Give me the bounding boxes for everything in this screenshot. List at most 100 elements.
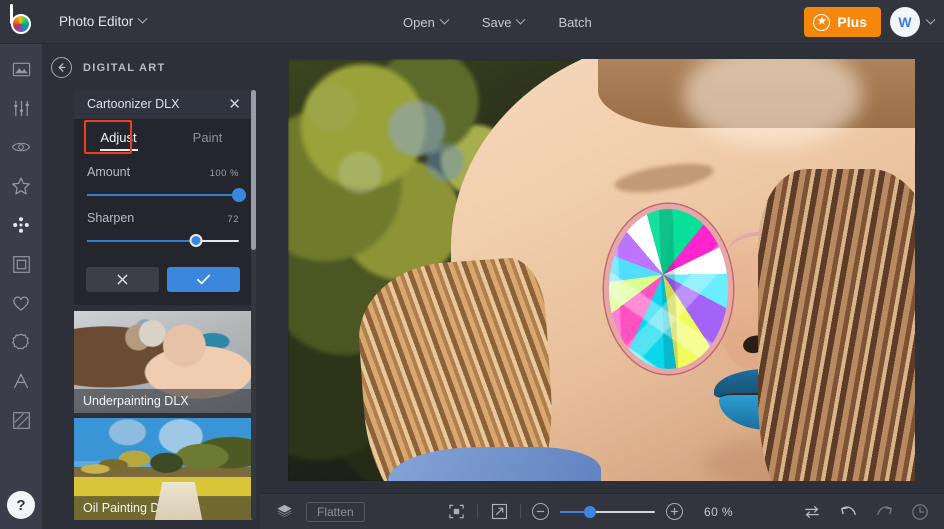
batch-label: Batch — [558, 15, 591, 30]
effect-name: Cartoonizer DLX — [87, 97, 179, 111]
chevron-down-icon — [516, 14, 526, 24]
divider — [520, 504, 521, 519]
sidebar-item-text[interactable] — [7, 368, 35, 394]
expand-icon[interactable] — [489, 502, 509, 522]
layers-icon[interactable] — [274, 502, 294, 522]
avatar-initial: W — [898, 14, 911, 30]
batch-button[interactable]: Batch — [547, 8, 602, 36]
sidebar-item-image[interactable] — [7, 56, 35, 82]
panel-header: DIGITAL ART — [42, 44, 260, 89]
panel-scrollbar-thumb[interactable] — [251, 90, 256, 250]
amount-label: Amount — [87, 165, 130, 179]
zoom-slider[interactable] — [560, 505, 655, 519]
check-icon — [196, 273, 211, 286]
text-a-icon — [11, 371, 31, 391]
history-controls — [802, 502, 930, 522]
effect-actions — [74, 259, 252, 305]
top-bar: Photo Editor Open Save Batch ★ Plus W — [0, 0, 944, 44]
amount-slider-row: Amount 100 % — [87, 165, 239, 179]
list-item[interactable]: Oil Painting DLX — [74, 418, 252, 520]
amount-fill — [87, 194, 239, 196]
frame-icon — [12, 255, 31, 274]
app-name-label: Photo Editor — [59, 14, 133, 29]
bokeh-highlight — [338, 152, 382, 194]
left-lens — [604, 204, 733, 374]
thumbnail-label: Oil Painting DLX — [74, 496, 252, 520]
sidebar-item-graphics[interactable] — [7, 329, 35, 355]
photo-canvas[interactable] — [288, 59, 915, 481]
tool-rail: ? — [0, 44, 42, 529]
effect-header: Cartoonizer DLX ✕ — [74, 89, 252, 119]
close-icon — [116, 273, 129, 286]
effect-thumbnail-list: Underpainting DLX Oil Painting DLX — [74, 311, 252, 520]
divider — [477, 504, 478, 519]
sharpen-slider-row: Sharpen 72 — [87, 211, 239, 225]
effect-card: Cartoonizer DLX ✕ Adjust Paint Amount 10… — [74, 89, 252, 305]
zoom-percent-label: 60 % — [704, 505, 733, 519]
app-logo[interactable] — [0, 0, 44, 44]
sidebar-item-effects[interactable] — [7, 173, 35, 199]
amount-knob[interactable] — [232, 188, 246, 202]
close-icon[interactable]: ✕ — [228, 97, 241, 112]
zoom-out-button[interactable] — [532, 503, 549, 520]
fit-to-screen-icon[interactable] — [446, 502, 466, 522]
sharpen-slider[interactable] — [87, 234, 239, 248]
tab-paint[interactable]: Paint — [163, 119, 252, 155]
chevron-down-icon[interactable] — [926, 14, 936, 24]
page-title: DIGITAL ART — [83, 62, 166, 74]
flatten-label: Flatten — [317, 505, 354, 519]
account-group: ★ Plus W — [804, 7, 934, 37]
redo-icon[interactable] — [874, 502, 894, 522]
sharpen-value: 72 — [227, 214, 239, 225]
plus-upgrade-button[interactable]: ★ Plus — [804, 7, 881, 37]
app-name-menu[interactable]: Photo Editor — [48, 8, 157, 36]
sidebar-item-artsy[interactable] — [7, 212, 35, 238]
open-menu-label: Open — [403, 15, 435, 30]
list-item[interactable]: Underpainting DLX — [74, 311, 252, 413]
star-icon — [11, 176, 31, 196]
thumbnail-label: Underpainting DLX — [74, 389, 252, 413]
befunky-logo-icon — [9, 9, 35, 35]
help-button[interactable]: ? — [7, 491, 35, 519]
edited-photo — [288, 59, 915, 481]
amount-value: 100 % — [210, 168, 239, 179]
zoom-slider-knob[interactable] — [584, 506, 596, 518]
tab-adjust-label: Adjust — [100, 130, 136, 145]
sidebar-item-overlays[interactable] — [7, 290, 35, 316]
sliders-group: Amount 100 % Sharpen 72 — [74, 155, 252, 259]
hair-right — [758, 169, 915, 481]
sidebar-item-touch-up[interactable] — [7, 134, 35, 160]
compare-arrows-icon[interactable] — [802, 502, 822, 522]
plus-label: Plus — [837, 14, 867, 30]
sidebar-item-frames[interactable] — [7, 251, 35, 277]
save-menu-button[interactable]: Save — [471, 8, 536, 36]
chevron-down-icon — [138, 14, 148, 24]
effects-panel: DIGITAL ART Cartoonizer DLX ✕ Adjust Pai… — [42, 44, 260, 529]
help-label: ? — [16, 497, 25, 514]
open-menu-button[interactable]: Open — [392, 8, 459, 36]
undo-icon[interactable] — [838, 502, 858, 522]
tab-paint-label: Paint — [193, 130, 223, 145]
photo-editor-window: Photo Editor Open Save Batch ★ Plus W — [0, 0, 944, 529]
arrow-left-circle-icon[interactable] — [51, 57, 72, 78]
dots-cluster-icon — [11, 215, 31, 235]
layers-group: Flatten — [274, 502, 365, 522]
flatten-button[interactable]: Flatten — [306, 502, 365, 522]
top-menu-group: Open Save Batch — [392, 8, 603, 36]
zoom-controls: 60 % — [446, 502, 733, 522]
apply-button[interactable] — [167, 267, 240, 292]
cancel-button[interactable] — [86, 267, 159, 292]
tab-adjust[interactable]: Adjust — [74, 119, 163, 155]
avatar[interactable]: W — [890, 7, 920, 37]
sidebar-item-textures[interactable] — [7, 407, 35, 433]
star-badge-icon: ★ — [813, 14, 830, 31]
texture-icon — [12, 411, 31, 430]
clock-history-icon[interactable] — [910, 502, 930, 522]
zoom-in-button[interactable] — [666, 503, 683, 520]
sharpen-knob[interactable] — [190, 234, 203, 247]
sidebar-item-edit[interactable] — [7, 95, 35, 121]
badge-icon — [11, 332, 31, 352]
canvas-area — [260, 44, 944, 493]
bottom-toolbar: Flatten — [260, 493, 944, 529]
amount-slider[interactable] — [87, 188, 239, 202]
